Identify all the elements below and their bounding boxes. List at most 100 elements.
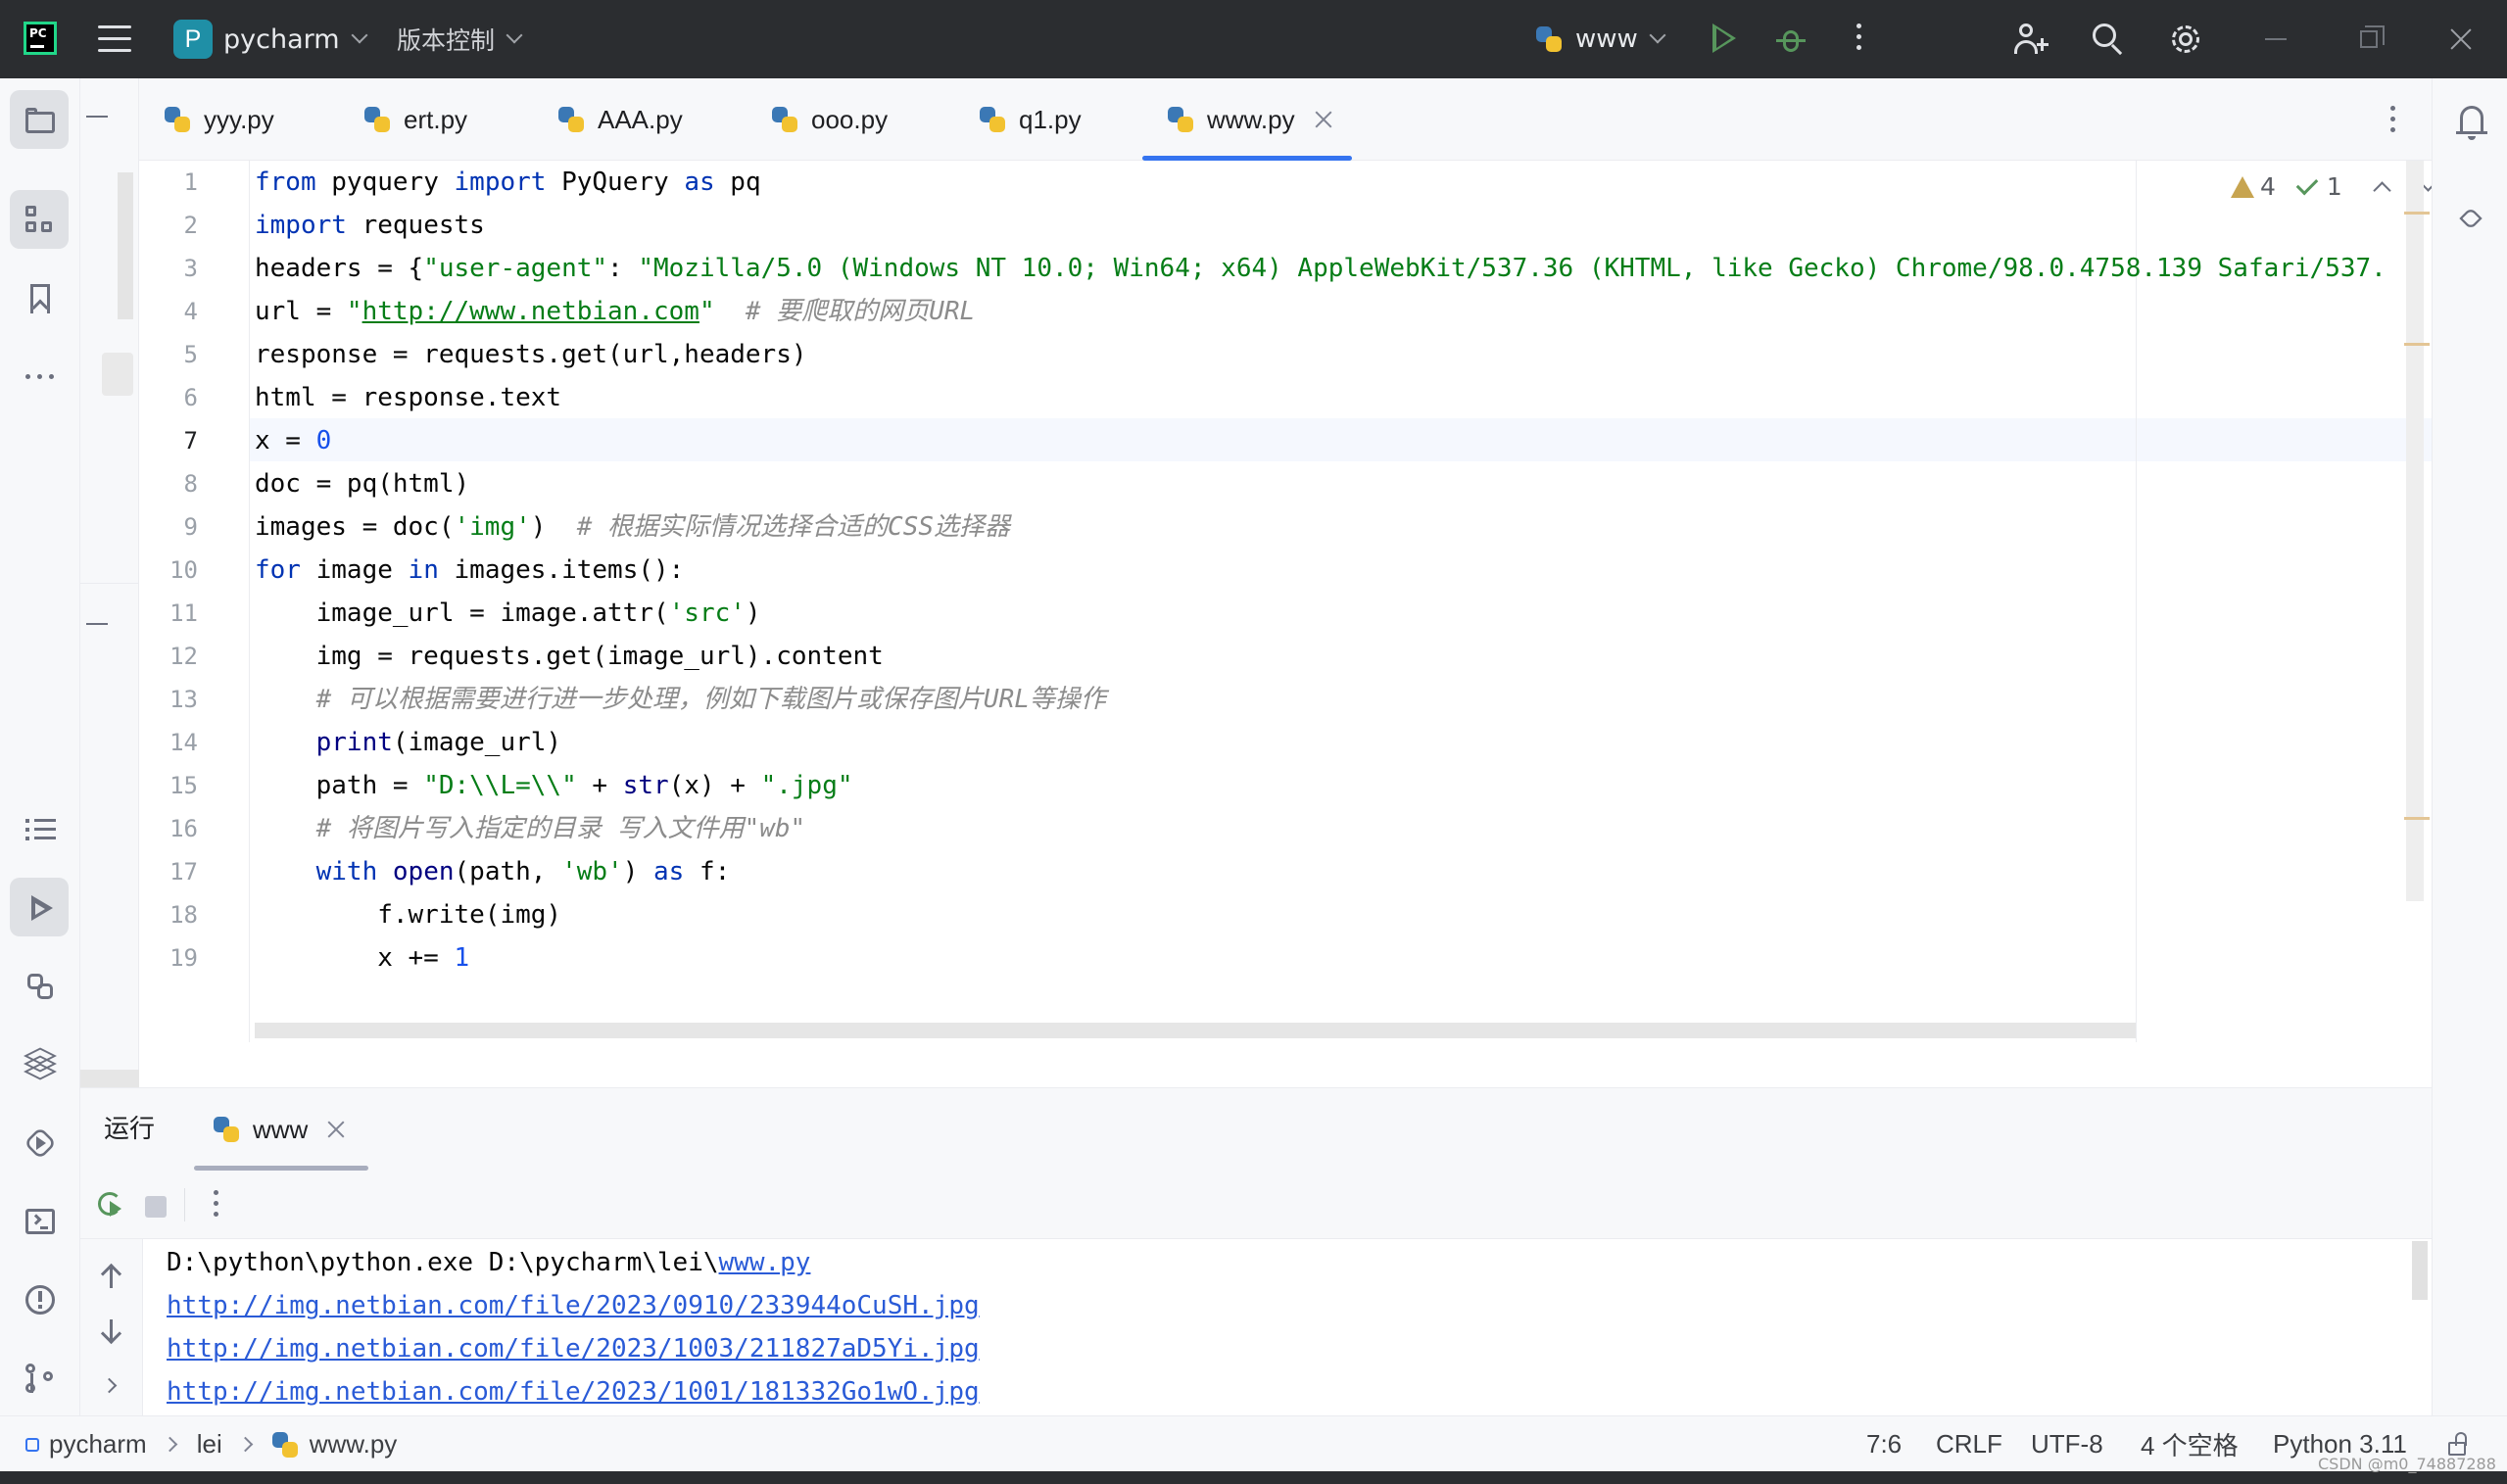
code-line-12[interactable]: img = requests.get(image_url).content xyxy=(255,635,884,678)
project-selector[interactable]: pycharm xyxy=(223,0,368,78)
collapse-icon[interactable] xyxy=(86,116,108,118)
inspection-widget[interactable]: 4 1 xyxy=(2231,172,2437,201)
tab-q1-py[interactable]: q1.py xyxy=(980,78,1082,161)
vcs-menu[interactable]: 版本控制 xyxy=(397,0,523,78)
todo-tool-button[interactable] xyxy=(10,799,69,858)
more-actions-icon[interactable] xyxy=(1856,24,1862,56)
project-tool-button[interactable] xyxy=(10,90,69,149)
code-line-10[interactable]: for image in images.items(): xyxy=(255,549,684,592)
structure-tool-button[interactable] xyxy=(10,190,69,249)
add-user-icon[interactable] xyxy=(2013,22,2049,57)
code-editor[interactable]: 1 2 3 4 5 6 7 8 9 10 11 12 13 14 15 16 1… xyxy=(139,161,2437,1042)
run-tool-button[interactable] xyxy=(10,878,69,936)
minimize-button[interactable] xyxy=(2265,38,2287,40)
tab-aaa-py[interactable]: AAA.py xyxy=(558,78,683,161)
console-command-line[interactable]: D:\python\python.exe D:\pycharm\lei\www.… xyxy=(167,1241,810,1284)
close-tab-icon[interactable] xyxy=(1315,111,1332,128)
code-line-19[interactable]: x += 1 xyxy=(255,936,469,980)
code-line-6[interactable]: html = response.text xyxy=(255,376,561,419)
previous-highlight-icon[interactable] xyxy=(2373,181,2391,200)
maximize-button[interactable] xyxy=(2360,25,2385,48)
breadcrumb-item[interactable]: lei xyxy=(197,1429,222,1460)
ai-assistant-button[interactable] xyxy=(2440,188,2499,247)
code-line-4[interactable]: url = "http://www.netbian.com" # 要爬取的网页U… xyxy=(255,290,975,333)
code-line-17[interactable]: with open(path, 'wb') as f: xyxy=(255,850,731,893)
script-link[interactable]: www.py xyxy=(719,1248,811,1277)
chevron-right-icon xyxy=(237,1436,253,1453)
project-panel-collapsed[interactable] xyxy=(80,78,139,1087)
arrow-down-icon[interactable] xyxy=(110,1319,113,1341)
line-separator[interactable]: CRLF xyxy=(1936,1416,2002,1472)
breadcrumb-item[interactable]: www.py xyxy=(310,1429,398,1460)
services-tool-button[interactable] xyxy=(10,1113,69,1172)
tab-yyy-py[interactable]: yyy.py xyxy=(165,78,274,161)
arrow-up-icon[interactable] xyxy=(110,1267,113,1288)
console-output-link[interactable]: http://img.netbian.com/file/2023/1003/21… xyxy=(167,1327,980,1370)
code-line-8[interactable]: doc = pq(html) xyxy=(255,462,469,505)
rerun-button[interactable] xyxy=(96,1190,125,1220)
right-margin-guide xyxy=(2136,161,2137,1042)
warning-stripe-mark[interactable] xyxy=(2404,343,2430,346)
warning-stripe-mark[interactable] xyxy=(2404,817,2430,820)
breadcrumb-item[interactable]: pycharm xyxy=(49,1429,147,1460)
run-button[interactable] xyxy=(1712,24,1736,53)
python-file-icon xyxy=(364,107,390,132)
indent-setting[interactable]: 4 个空格 xyxy=(2141,1416,2239,1472)
tab-www-py[interactable]: www.py xyxy=(1142,78,1352,161)
file-encoding[interactable]: UTF-8 xyxy=(2031,1416,2103,1472)
tab-ert-py[interactable]: ert.py xyxy=(364,78,467,161)
tab-options-icon[interactable] xyxy=(2390,106,2396,138)
problems-tool-button[interactable] xyxy=(10,1269,69,1328)
tab-ooo-py[interactable]: ooo.py xyxy=(772,78,888,161)
chevron-right-icon[interactable] xyxy=(101,1377,118,1394)
code-line-14[interactable]: print(image_url) xyxy=(255,721,561,764)
token: import xyxy=(255,211,347,240)
terminal-icon xyxy=(25,1207,55,1234)
line-number: 1 xyxy=(183,168,198,196)
main-menu-icon[interactable] xyxy=(98,25,131,53)
bookmarks-tool-button[interactable] xyxy=(10,268,69,327)
warning-stripe-mark[interactable] xyxy=(2404,212,2430,215)
code-line-7[interactable]: x = 0 xyxy=(255,419,331,462)
code-line-3[interactable]: headers = {"user-agent": "Mozilla/5.0 (W… xyxy=(255,247,2410,290)
code-line-2[interactable]: import requests xyxy=(255,204,485,247)
line-number-gutter[interactable]: 1 2 3 4 5 6 7 8 9 10 11 12 13 14 15 16 1… xyxy=(139,161,250,1042)
python-console-button[interactable] xyxy=(10,956,69,1015)
editor-tab-bar: yyy.py ert.py AAA.py ooo.py q1.py www.py xyxy=(139,78,2432,161)
code-line-18[interactable]: f.write(img) xyxy=(255,893,561,936)
editor-vertical-scrollbar[interactable] xyxy=(2406,161,2424,901)
code-line-5[interactable]: response = requests.get(url,headers) xyxy=(255,333,807,376)
more-tools-button[interactable] xyxy=(10,347,69,406)
gear-icon[interactable] xyxy=(2168,22,2203,57)
close-tab-icon[interactable] xyxy=(327,1121,345,1138)
breadcrumb[interactable]: pycharm lei www.py xyxy=(25,1416,397,1472)
stop-button[interactable] xyxy=(145,1196,167,1218)
editor-horizontal-scrollbar[interactable] xyxy=(255,1023,2136,1038)
code-line-16[interactable]: # 将图片写入指定的目录 写入文件用"wb" xyxy=(255,807,806,850)
lock-icon[interactable] xyxy=(2446,1432,2470,1456)
console-scrollbar[interactable] xyxy=(2412,1241,2428,1300)
project-badge[interactable]: P xyxy=(173,20,213,59)
python-packages-button[interactable] xyxy=(10,1034,69,1093)
git-tool-button[interactable] xyxy=(10,1348,69,1407)
code-line-1[interactable]: from pyquery import PyQuery as pq xyxy=(255,161,761,204)
line-number: 15 xyxy=(169,772,198,799)
url-link[interactable]: http://www.netbian.com xyxy=(362,297,699,326)
run-config-selector[interactable]: www xyxy=(1536,0,1666,78)
search-icon[interactable] xyxy=(2091,22,2126,57)
code-line-11[interactable]: image_url = image.attr('src') xyxy=(255,592,761,635)
console-output-link[interactable]: http://img.netbian.com/file/2023/0910/23… xyxy=(167,1284,980,1327)
run-options-icon[interactable] xyxy=(214,1190,219,1222)
code-line-13[interactable]: # 可以根据需要进行进一步处理，例如下载图片或保存图片URL等操作 xyxy=(255,678,1106,721)
code-line-15[interactable]: path = "D:\\L=\\" + str(x) + ".jpg" xyxy=(255,764,853,807)
code-line-9[interactable]: images = doc('img') # 根据实际情况选择合适的CSS选择器 xyxy=(255,505,1010,549)
terminal-tool-button[interactable] xyxy=(10,1191,69,1250)
token: (image_url) xyxy=(392,728,562,757)
run-tab-www[interactable]: www xyxy=(193,1088,369,1171)
console-output-link[interactable]: http://img.netbian.com/file/2023/1001/18… xyxy=(167,1370,980,1413)
debug-button[interactable] xyxy=(1776,24,1806,54)
collapse-icon[interactable] xyxy=(86,623,108,625)
caret-position[interactable]: 7:6 xyxy=(1866,1416,1902,1472)
notifications-button[interactable] xyxy=(2440,90,2499,149)
close-window-button[interactable] xyxy=(2449,27,2473,51)
